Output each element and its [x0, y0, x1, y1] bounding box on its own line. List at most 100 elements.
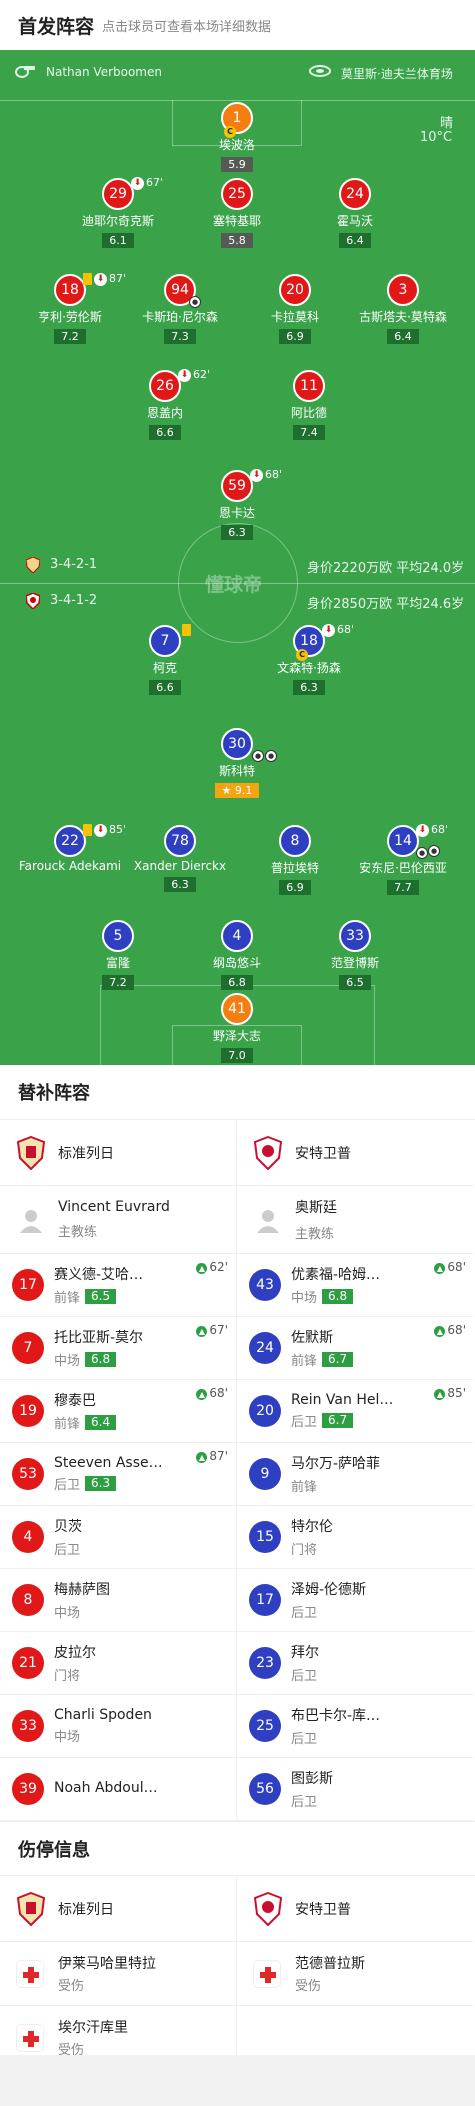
player-name: 赛义德-艾哈…: [54, 1267, 144, 1283]
away-team-row[interactable]: 安特卫普: [237, 1120, 474, 1186]
player-name: 马尔万-萨哈菲: [291, 1456, 381, 1472]
player-position: 后卫: [291, 1732, 318, 1747]
player-rating: 5.9: [221, 157, 253, 172]
player-rating: 7.0: [221, 1048, 253, 1063]
sub-player-row[interactable]: 39 Noah Abdoula…: [0, 1758, 236, 1821]
player-number: 20: [249, 1395, 281, 1427]
sub-player-row[interactable]: 56 图彭斯 后卫: [237, 1758, 474, 1821]
sub-in-time: ▲ 85': [434, 1386, 466, 1400]
player-number: 22: [54, 825, 86, 857]
player-number: 20: [279, 274, 311, 306]
goal-ball-icon: ●: [265, 750, 277, 762]
player-position: 后卫: [291, 1606, 318, 1621]
away-player-18[interactable]: 18 C ⬇ 68' 文森特·扬森 6.3: [244, 623, 374, 695]
sub-minute: 62': [193, 368, 211, 381]
home-team-row[interactable]: 标准列日: [0, 1120, 236, 1186]
away-player-33[interactable]: 33 范登博斯 6.5: [290, 920, 420, 990]
sub-player-row[interactable]: 9 马尔万-萨哈菲 前锋: [237, 1443, 474, 1506]
injury-row[interactable]: 范德普拉斯 受伤: [237, 1942, 474, 2006]
sub-player-row[interactable]: 20 Rein Van Hel… 后卫 6.7 ▲ 85': [237, 1380, 474, 1443]
home-player-29[interactable]: 29 ⬇ 67' 迪耶尔奇克斯 6.1: [53, 176, 183, 248]
player-rating: 6.7: [322, 1352, 354, 1367]
home-player-25[interactable]: 25 塞特基耶 5.8: [172, 178, 302, 248]
home-injury-column: 标准列日 伊莱马哈里特拉 受伤埃尔汗库里 受伤: [0, 1876, 237, 2070]
away-player-5[interactable]: 5 富隆 7.2: [53, 920, 183, 990]
antwerp-crest-icon: [253, 1135, 283, 1170]
player-number: 23: [249, 1647, 281, 1679]
player-info: 拜尔 后卫: [291, 1642, 319, 1684]
home-coach-row[interactable]: Vincent Euvrard 主教练: [0, 1186, 236, 1254]
sub-player-row[interactable]: 17 赛义德-艾哈… 前锋 6.5 ▲ 62': [0, 1254, 236, 1317]
player-rating-value: 9.1: [234, 784, 253, 797]
home-player-26[interactable]: 26 ⬇ 62' 恩盖内 6.6: [100, 368, 230, 440]
player-name: 托比亚斯-莫尔: [54, 1330, 144, 1346]
sub-player-row[interactable]: 53 Steeven Asse… 后卫 6.3 ▲ 87': [0, 1443, 236, 1506]
away-team-row[interactable]: 安特卫普: [237, 1876, 474, 1942]
player-position: 后卫: [54, 1478, 81, 1493]
injury-row[interactable]: 伊莱马哈里特拉 受伤: [0, 1942, 236, 2006]
sub-out-icon: ⬇: [416, 824, 429, 837]
player-name: 文森特·扬森: [277, 661, 341, 675]
home-player-3[interactable]: 3 古斯塔夫·莫特森 6.4: [338, 274, 468, 344]
sub-player-row[interactable]: 43 优素福-哈姆… 中场 6.8 ▲ 68': [237, 1254, 474, 1317]
away-subs-column: 安特卫普 奥斯廷 主教练 43 优素福-哈姆… 中场 6.8 ▲ 68' 24 佐默斯 前锋 6.…: [237, 1120, 474, 1821]
player-name: 皮拉尔: [54, 1645, 96, 1661]
sub-player-row[interactable]: 33 Charli Spoden 中场: [0, 1695, 236, 1758]
sub-in-icon: ▲: [434, 1263, 446, 1274]
player-rating: 6.3: [293, 680, 325, 695]
away-player-41[interactable]: 41 野泽大志 7.0: [172, 993, 302, 1063]
player-position: 前锋: [291, 1480, 318, 1495]
medical-cross-icon: [16, 2023, 44, 2052]
sub-player-row[interactable]: 4 贝茨 后卫: [0, 1506, 236, 1569]
player-name: Rein Van Hel…: [291, 1392, 394, 1408]
sub-player-row[interactable]: 8 梅赫萨图 中场: [0, 1569, 236, 1632]
away-coach-row[interactable]: 奥斯廷 主教练: [237, 1186, 474, 1254]
player-info: 优素福-哈姆… 中场 6.8: [291, 1264, 380, 1306]
away-player-30[interactable]: 30 ● ● 斯科特 ★ 9.1: [172, 728, 302, 798]
home-player-24[interactable]: 24 霍马沃 6.4: [290, 178, 420, 248]
sub-player-row[interactable]: 15 特尔伦 门将: [237, 1506, 474, 1569]
team-name: 标准列日: [58, 1145, 114, 1162]
injury-columns: 标准列日 伊莱马哈里特拉 受伤埃尔汗库里 受伤 安特卫普 范德普拉斯 受伤: [0, 1876, 475, 2070]
stadium-icon: [309, 65, 331, 77]
player-number: 39: [12, 1773, 44, 1805]
home-player-59[interactable]: 59 ⬇ 68' 恩卡达 6.3: [172, 468, 302, 540]
player-name: 恩盖内: [146, 406, 183, 420]
player-number: 33: [339, 920, 371, 952]
home-team-row[interactable]: 标准列日: [0, 1876, 236, 1942]
sub-in-minute: 68': [447, 1260, 466, 1274]
away-player-4[interactable]: 4 纲岛悠斗 6.8: [172, 920, 302, 990]
player-info: 皮拉尔 门将: [54, 1642, 96, 1684]
sub-in-time: ▲ 68': [434, 1260, 466, 1274]
sub-player-row[interactable]: 23 拜尔 后卫: [237, 1632, 474, 1695]
player-number: 4: [221, 920, 253, 952]
home-player-94[interactable]: 94 ● 卡斯珀·尼尔森 7.3: [115, 274, 245, 344]
player-meta: 中场 6.8: [54, 1350, 143, 1369]
injury-info: 埃尔汗库里 受伤: [58, 2017, 128, 2058]
home-player-1[interactable]: 1 C 埃波洛 5.9: [172, 102, 302, 172]
sub-player-row[interactable]: 7 托比亚斯-莫尔 中场 6.8 ▲ 67': [0, 1317, 236, 1380]
weather: 晴: [440, 116, 454, 131]
player-rating: 5.8: [221, 233, 253, 248]
player-position: 中场: [54, 1730, 81, 1745]
player-rating: 6.5: [85, 1289, 117, 1304]
lineup-header: 首发阵容 点击球员可查看本场详细数据: [0, 0, 475, 50]
sub-player-row[interactable]: 21 皮拉尔 门将: [0, 1632, 236, 1695]
player-rating: 7.7: [387, 880, 419, 895]
sub-player-row[interactable]: 24 佐默斯 前锋 6.7 ▲ 68': [237, 1317, 474, 1380]
away-player-7[interactable]: 7 柯克 6.6: [100, 624, 230, 695]
home-player-11[interactable]: 11 阿比德 7.4: [244, 370, 374, 440]
sub-player-row[interactable]: 17 泽姆-伦德斯 后卫: [237, 1569, 474, 1632]
away-player-78[interactable]: 78 Xander Dierckx 6.3: [115, 825, 245, 892]
player-info: 泽姆-伦德斯 后卫: [291, 1579, 366, 1621]
sub-minute: 68': [337, 623, 355, 636]
sub-player-row[interactable]: 19 穆泰巴 前锋 6.4 ▲ 68': [0, 1380, 236, 1443]
home-value: 身价2220万欧 平均24.0岁: [307, 561, 465, 576]
yellow-card-icon: [182, 624, 191, 636]
away-player-14[interactable]: 14 ⬇ 68' ● ● 安东尼·巴伦西亚 7.7: [338, 823, 468, 895]
away-crest-icon: [26, 593, 40, 609]
sub-player-row[interactable]: 25 布巴卡尔-库… 后卫: [237, 1695, 474, 1758]
player-name: 范登博斯: [330, 956, 379, 970]
sub-in-minute: 62': [209, 1260, 228, 1274]
player-number: 8: [12, 1584, 44, 1616]
